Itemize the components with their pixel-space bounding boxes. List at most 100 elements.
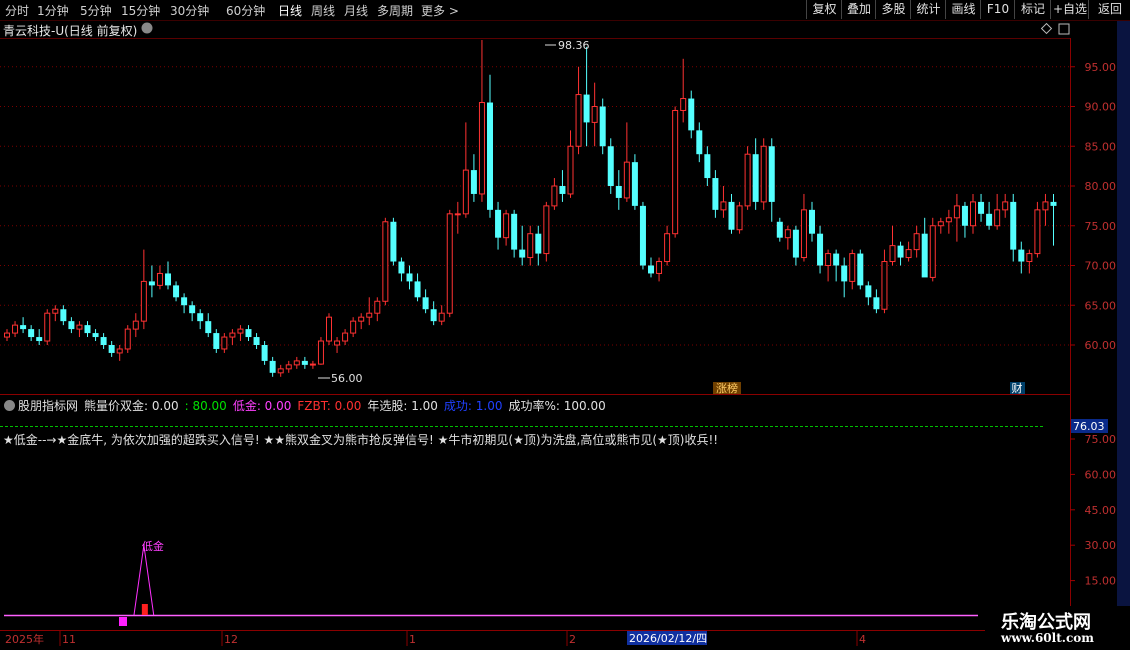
candle-body bbox=[519, 249, 526, 258]
price-tick-label: 80.00 bbox=[1085, 180, 1117, 193]
candle-body bbox=[696, 130, 703, 155]
candle-body bbox=[559, 186, 566, 194]
month-label: 2 bbox=[569, 633, 576, 646]
candle-body bbox=[470, 170, 477, 194]
candle-body bbox=[656, 261, 663, 274]
candle-body bbox=[446, 213, 453, 314]
candle-body bbox=[575, 94, 582, 147]
candle-body bbox=[317, 340, 324, 365]
indicator-item-3: FZBT: 0.00 bbox=[297, 399, 362, 413]
indicator-item-2: 低金: 0.00 bbox=[232, 399, 292, 413]
candle-body bbox=[487, 102, 493, 210]
indicator-header: 股朋指标网 熊量价双金: 0.00: 80.00 低金: 0.00 FZBT: 0.0… bbox=[0, 397, 612, 414]
candle-body bbox=[704, 154, 711, 179]
price-tick-label: 95.00 bbox=[1085, 61, 1117, 74]
candle-body bbox=[672, 109, 679, 235]
candle-body bbox=[970, 201, 976, 227]
candle-body bbox=[929, 225, 936, 278]
candle-body bbox=[889, 245, 896, 263]
watermark: 乐淘公式网 www.60lt.com bbox=[985, 606, 1130, 650]
candle-body bbox=[52, 308, 59, 314]
candle-body bbox=[688, 98, 695, 131]
candle-body bbox=[881, 261, 888, 310]
candle-body bbox=[390, 221, 397, 262]
candle-body bbox=[527, 233, 534, 259]
candle-body bbox=[44, 312, 51, 342]
candle-body bbox=[760, 145, 767, 203]
candle-body bbox=[213, 333, 220, 349]
right-scroll-strip bbox=[1117, 21, 1130, 631]
candle-body bbox=[905, 249, 912, 259]
candle-body bbox=[953, 205, 960, 219]
candle-body bbox=[92, 333, 99, 338]
signal-marker-magenta bbox=[119, 617, 127, 626]
candle-body bbox=[140, 280, 147, 322]
candle-body bbox=[4, 332, 10, 338]
candle-body bbox=[809, 209, 815, 234]
candle-body bbox=[205, 321, 212, 334]
candle-body bbox=[503, 213, 510, 239]
candle-body bbox=[414, 281, 421, 298]
price-tick-label: 75.00 bbox=[1085, 220, 1117, 233]
indicator-message: ★低金--→★金底牛, 为依次加强的超跌买入信号! ★★熊双金叉为熊市抢反弹信号… bbox=[3, 433, 719, 447]
indicator-item-0: 熊量价双金: 0.00 bbox=[84, 399, 179, 413]
candle-body bbox=[285, 364, 292, 370]
candle-body bbox=[398, 261, 405, 274]
indicator-tick-label: 60.00 bbox=[1085, 468, 1117, 481]
candle-body bbox=[406, 273, 413, 282]
candle-body bbox=[615, 186, 622, 198]
candle-body bbox=[165, 273, 171, 286]
candle-body bbox=[752, 154, 759, 202]
candle-body bbox=[269, 360, 276, 373]
candle-body bbox=[768, 146, 775, 202]
candle-body bbox=[124, 328, 131, 350]
indicator-name[interactable]: 股朋指标网 bbox=[18, 399, 78, 413]
candle-body bbox=[865, 285, 872, 298]
candle-body bbox=[945, 217, 952, 223]
candle-body bbox=[382, 221, 389, 302]
candle-body bbox=[680, 98, 687, 111]
candle-body bbox=[197, 313, 204, 322]
candle-body bbox=[792, 229, 799, 258]
candle-body bbox=[776, 221, 783, 238]
candle-body bbox=[921, 233, 928, 278]
candle-body bbox=[478, 102, 485, 195]
collapse-icon[interactable] bbox=[4, 400, 15, 411]
candle-body bbox=[229, 332, 236, 338]
candle-body bbox=[173, 285, 180, 298]
candle-body bbox=[607, 146, 614, 186]
candle-body bbox=[841, 265, 848, 282]
candle-body bbox=[350, 320, 357, 334]
candle-body bbox=[744, 153, 751, 207]
high-price-label: 98.36 bbox=[558, 39, 590, 52]
candle-body bbox=[551, 185, 558, 207]
month-label: 11 bbox=[62, 633, 76, 646]
candle-body bbox=[631, 162, 638, 206]
price-tick-label: 90.00 bbox=[1085, 101, 1117, 114]
candle-body bbox=[961, 205, 968, 226]
indicator-tick-label: 15.00 bbox=[1085, 575, 1117, 588]
candle-body bbox=[897, 245, 904, 258]
price-tick-label: 60.00 bbox=[1085, 339, 1117, 352]
candle-body bbox=[20, 325, 27, 330]
indicator-item-4: 年选股: 1.00 bbox=[367, 399, 438, 413]
candle-body bbox=[454, 213, 461, 216]
chart-canvas: 95.00 90.00 85.00 80.00 75.00 70.00 65.00 60.00… bbox=[0, 21, 1130, 646]
candle-body bbox=[543, 205, 550, 255]
candle-body bbox=[720, 201, 727, 211]
candle-body bbox=[591, 106, 598, 123]
candle-body bbox=[245, 329, 252, 338]
title-dropdown-icon bbox=[141, 22, 153, 34]
indicator-item-5: 成功: 1.00 bbox=[443, 399, 503, 413]
candle-body bbox=[986, 213, 993, 226]
candle-body bbox=[148, 281, 155, 286]
candle-body bbox=[857, 253, 864, 286]
candle-body bbox=[511, 213, 518, 250]
diamond-icon bbox=[1040, 22, 1053, 35]
candle-body bbox=[253, 337, 260, 345]
candle-body bbox=[784, 229, 791, 239]
indicator-item-6: 成功率%: 100.00 bbox=[508, 399, 606, 413]
candle-body bbox=[1010, 201, 1017, 250]
candle-body bbox=[374, 300, 381, 314]
candle-body bbox=[277, 368, 284, 374]
